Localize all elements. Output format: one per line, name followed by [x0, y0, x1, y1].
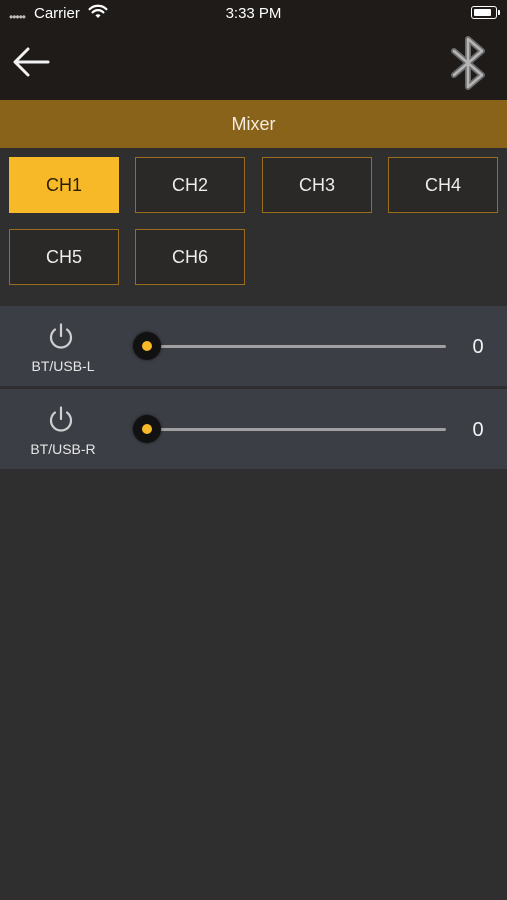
power-icon[interactable]: [46, 405, 76, 435]
fader-knob[interactable]: [133, 332, 161, 360]
channel-button-ch2[interactable]: CH2: [135, 157, 245, 213]
channel-button-ch3[interactable]: CH3: [262, 157, 372, 213]
battery-icon: [471, 6, 500, 19]
fader-knob[interactable]: [133, 415, 161, 443]
fader-label: BT/USB-L: [31, 358, 95, 374]
channel-button-ch6[interactable]: CH6: [135, 229, 245, 285]
fader-value: 0: [472, 336, 484, 358]
fader-value: 0: [472, 419, 484, 441]
power-icon[interactable]: [46, 322, 76, 352]
channel-button-ch5[interactable]: CH5: [9, 229, 119, 285]
fader-track[interactable]: [147, 428, 446, 431]
fader-track[interactable]: [147, 345, 446, 348]
fader-row-bt-usb-l: BT/USB-L 0: [0, 306, 507, 386]
fader-label: BT/USB-R: [30, 441, 96, 457]
channel-button-ch4[interactable]: CH4: [388, 157, 498, 213]
top-bar: ••••• Carrier 3:33 PM: [0, 0, 507, 100]
status-bar: ••••• Carrier 3:33 PM: [0, 0, 507, 28]
back-arrow-icon[interactable]: [10, 44, 52, 80]
page-title: Mixer: [0, 100, 507, 148]
bluetooth-icon[interactable]: [444, 33, 494, 93]
channel-button-ch1[interactable]: CH1: [9, 157, 119, 213]
clock: 3:33 PM: [225, 5, 282, 22]
fader-row-bt-usb-r: BT/USB-R 0: [0, 389, 507, 469]
